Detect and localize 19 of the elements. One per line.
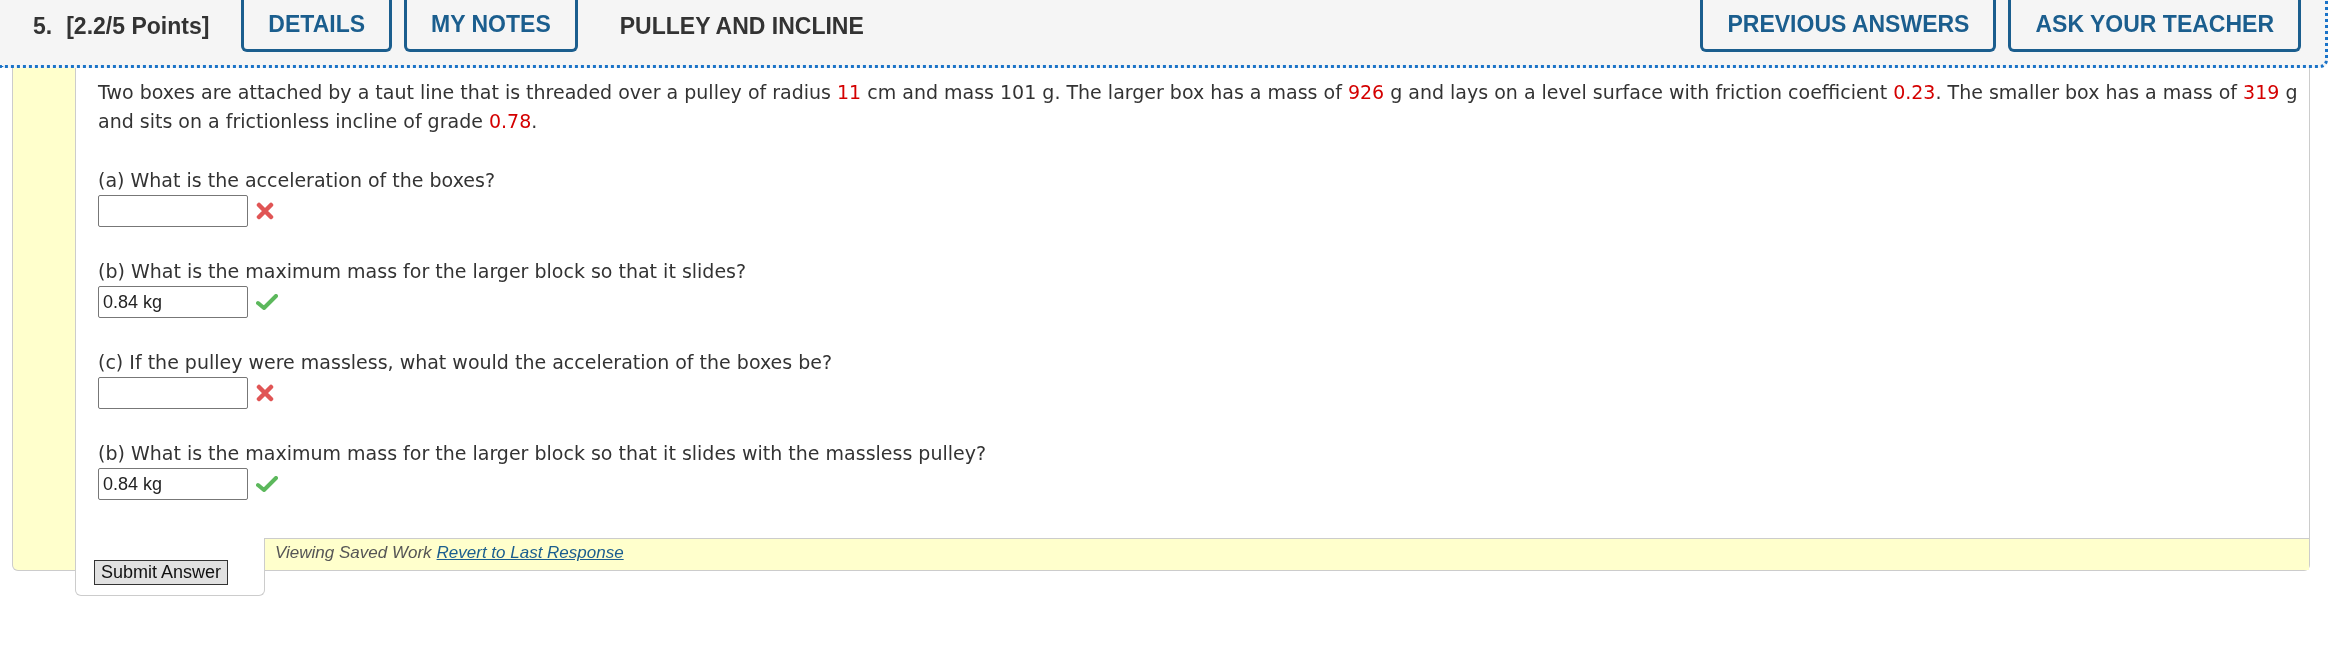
saved-work-label: Viewing Saved Work [275,543,432,563]
submit-button[interactable]: Submit Answer [94,560,229,585]
question-number: 5. [33,12,53,41]
header-button[interactable]: PREVIOUS ANSWERS [1700,0,1997,52]
question-text: (b) What is the maximum mass for the larger block so that it slides with the massless pulley? [98,441,988,466]
question-text: (b) What is the maximum mass for the larger block so that it slides? [98,259,748,284]
revert-link[interactable]: Revert to Last Response [436,543,624,563]
question-text: (c) If the pulley were massless, what would the acceleration of the boxes be? [98,350,834,375]
answer-field[interactable] [98,195,248,227]
header-button[interactable]: MY NOTES [404,0,578,52]
header-button[interactable]: ASK YOUR TEACHER [2008,0,2301,52]
problem-text: Two boxes are attached by a taut line that is threaded over a pulley of radius 11 cm and mass 101 g. The larger box has a mass of 926 g and lays on a level surface with friction coefficient 0.23. The smaller box has a mass of 319 g and sits on a frictionless incline of grade 0.78. [98,80,2299,134]
answer-field[interactable]: 0.84 kg [98,286,248,318]
question-title: PULLEY AND INCLINE [619,12,864,41]
question-text: (a) What is the acceleration of the boxes? [98,168,496,193]
answer-field[interactable] [98,377,248,409]
points-label: [2.2/5 Points] [66,12,210,41]
header-button[interactable]: DETAILS [241,0,393,52]
answer-field[interactable]: 0.84 kg [98,468,248,500]
